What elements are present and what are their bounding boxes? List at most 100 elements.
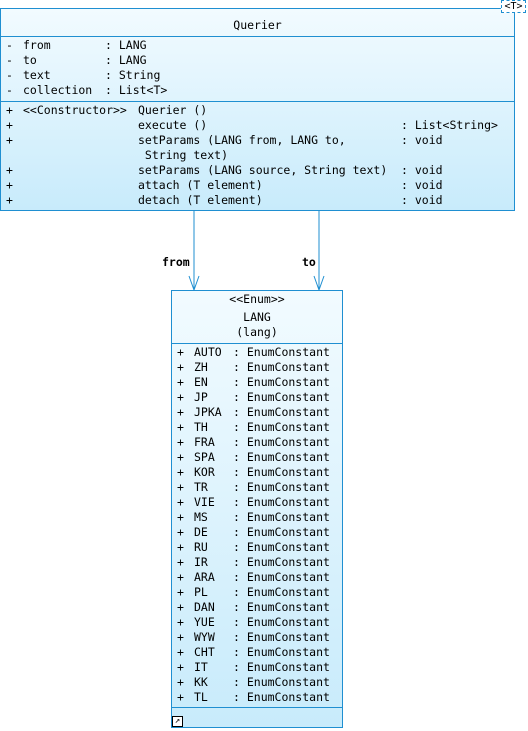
enum-constant-type: : EnumConstant xyxy=(233,645,330,659)
attribute-visibility: - xyxy=(6,38,13,52)
enum-constant-name: RU xyxy=(194,540,208,554)
to-association-label: to xyxy=(302,255,316,269)
enum-constant-type: : EnumConstant xyxy=(233,555,330,569)
enum-constant-visibility: + xyxy=(177,585,184,599)
enum-constant-visibility: + xyxy=(177,540,184,554)
enum-constant-name: IT xyxy=(194,660,208,674)
operation-visibility: + xyxy=(6,118,13,132)
operation-return-type: : void xyxy=(401,178,443,192)
attribute-name: to xyxy=(23,53,37,67)
enum-constant-type: : EnumConstant xyxy=(233,585,330,599)
enum-constant-type: : EnumConstant xyxy=(233,690,330,704)
enum-constant-name: DE xyxy=(194,525,208,539)
operation-signature: detach (T element) xyxy=(138,193,263,207)
enum-constant-visibility: + xyxy=(177,675,184,689)
operation-visibility: + xyxy=(6,103,13,117)
attribute-name: text xyxy=(23,68,51,82)
enum-constant-visibility: + xyxy=(177,360,184,374)
enum-constant-visibility: + xyxy=(177,600,184,614)
lang-enum-alias: (lang) xyxy=(236,325,278,339)
enum-constant-name: PL xyxy=(194,585,208,599)
attribute-visibility: - xyxy=(6,53,13,67)
from-association-label: from xyxy=(162,255,190,269)
lang-enum-name: LANG xyxy=(243,310,271,324)
attribute-visibility: - xyxy=(6,68,13,82)
enum-constant-name: KOR xyxy=(194,465,215,479)
enum-constant-visibility: + xyxy=(177,555,184,569)
operation-signature: Querier () xyxy=(138,103,208,117)
querier-header-divider xyxy=(1,36,514,37)
enum-constant-type: : EnumConstant xyxy=(233,525,330,539)
enum-constant-visibility: + xyxy=(177,615,184,629)
enum-constant-name: AUTO xyxy=(194,345,222,359)
operation-return-type: : void xyxy=(401,163,443,177)
enum-constant-name: ARA xyxy=(194,570,215,584)
enum-constant-visibility: + xyxy=(177,630,184,644)
operation-visibility: + xyxy=(6,178,13,192)
template-parameter-label: T xyxy=(510,1,517,12)
enum-constant-name: KK xyxy=(194,675,208,689)
operation-return-type: : void xyxy=(401,133,443,147)
enum-constant-name: DAN xyxy=(194,600,215,614)
enum-constant-visibility: + xyxy=(177,480,184,494)
operation-signature: attach (T element) xyxy=(138,178,263,192)
enum-constant-visibility: + xyxy=(177,450,184,464)
enum-constant-type: : EnumConstant xyxy=(233,600,330,614)
enum-constant-name: EN xyxy=(194,375,208,389)
template-parameter-box[interactable]: <T> xyxy=(501,0,526,13)
attribute-name: collection xyxy=(23,83,93,97)
enum-constant-type: : EnumConstant xyxy=(233,495,330,509)
enum-constant-type: : EnumConstant xyxy=(233,360,330,374)
enum-constant-name: CHT xyxy=(194,645,215,659)
lang-bottom-divider xyxy=(172,707,342,708)
enum-constant-visibility: + xyxy=(177,420,184,434)
to-association-arrowhead xyxy=(313,275,325,292)
lang-enum[interactable]: <<Enum>> LANG (lang) + AUTO: EnumConstant… xyxy=(171,290,343,728)
enum-constant-name: VIE xyxy=(194,495,215,509)
from-association-arrowhead xyxy=(188,275,200,292)
enum-constant-type: : EnumConstant xyxy=(233,630,330,644)
enum-constant-type: : EnumConstant xyxy=(233,420,330,434)
enum-constant-name: TL xyxy=(194,690,208,704)
enum-constant-name: FRA xyxy=(194,435,215,449)
enum-constant-visibility: + xyxy=(177,525,184,539)
enum-constant-name: JPKA xyxy=(194,405,222,419)
enum-constant-name: JP xyxy=(194,390,208,404)
enum-constant-visibility: + xyxy=(177,405,184,419)
attribute-type: : LANG xyxy=(105,53,147,67)
enum-constant-visibility: + xyxy=(177,390,184,404)
enum-constant-type: : EnumConstant xyxy=(233,345,330,359)
querier-class[interactable]: Querier - from: LANG - to: LANG - text: Strin… xyxy=(0,8,515,211)
enum-constant-visibility: + xyxy=(177,660,184,674)
enum-constant-type: : EnumConstant xyxy=(233,465,330,479)
operation-stereotype: <<Constructor>> xyxy=(23,103,127,117)
operation-visibility: + xyxy=(6,193,13,207)
enum-constant-type: : EnumConstant xyxy=(233,375,330,389)
enum-constant-type: : EnumConstant xyxy=(233,435,330,449)
lang-header-divider xyxy=(172,343,342,344)
enum-constant-visibility: + xyxy=(177,375,184,389)
enum-constant-name: TR xyxy=(194,480,208,494)
enum-constant-visibility: + xyxy=(177,495,184,509)
operation-signature: setParams (LANG source, String text) xyxy=(138,163,388,177)
enum-constant-type: : EnumConstant xyxy=(233,675,330,689)
enum-constant-name: ZH xyxy=(194,360,208,374)
querier-class-name: Querier xyxy=(233,18,282,32)
enum-constant-name: WYW xyxy=(194,630,215,644)
diagonal-arrow-icon[interactable]: ↗ xyxy=(172,716,183,727)
enum-constant-type: : EnumConstant xyxy=(233,570,330,584)
enum-constant-visibility: + xyxy=(177,510,184,524)
operation-signature: execute () xyxy=(138,118,208,132)
querier-attr-divider xyxy=(1,101,514,102)
enum-constant-name: IR xyxy=(194,555,208,569)
enum-constant-name: SPA xyxy=(194,450,215,464)
attribute-type: : LANG xyxy=(105,38,147,52)
enum-constant-visibility: + xyxy=(177,645,184,659)
enum-constant-visibility: + xyxy=(177,690,184,704)
enum-constant-visibility: + xyxy=(177,345,184,359)
operation-return-type: : List<String> xyxy=(401,118,498,132)
enum-constant-name: MS xyxy=(194,510,208,524)
attribute-name: from xyxy=(23,38,51,52)
attribute-type: : String xyxy=(105,68,161,82)
operation-signature: setParams (LANG from, LANG to, xyxy=(138,133,346,147)
